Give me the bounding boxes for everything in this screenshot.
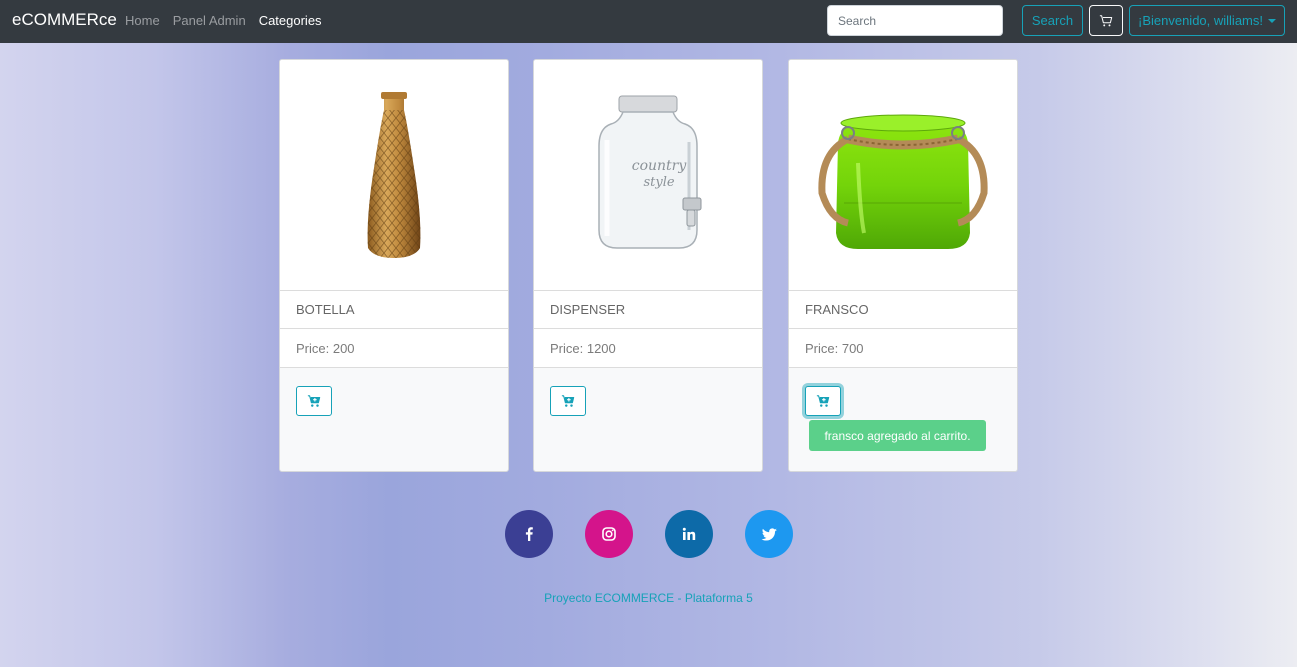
add-to-cart-button[interactable] bbox=[805, 386, 841, 416]
product-image: country style bbox=[534, 60, 762, 290]
twitter-icon bbox=[761, 527, 777, 541]
svg-text:style: style bbox=[643, 175, 674, 190]
caret-down-icon bbox=[1268, 18, 1276, 23]
green-jar-image bbox=[818, 114, 988, 249]
add-to-cart-button[interactable] bbox=[550, 386, 586, 416]
nav-categories[interactable]: Categories bbox=[259, 13, 322, 28]
add-cart-icon bbox=[816, 395, 830, 407]
user-menu-label: ¡Bienvenido, williams! bbox=[1138, 13, 1263, 28]
add-cart-icon bbox=[307, 395, 321, 407]
linkedin-link[interactable] bbox=[665, 510, 713, 558]
product-card: country style DISPENSER Price: 1200 bbox=[533, 59, 763, 472]
facebook-link[interactable] bbox=[505, 510, 553, 558]
product-price: Price: 700 bbox=[789, 329, 1017, 368]
product-price: Price: 200 bbox=[280, 329, 508, 368]
instagram-icon bbox=[602, 527, 616, 541]
vase-bottle-image bbox=[367, 91, 421, 258]
added-to-cart-toast: fransco agregado al carrito. bbox=[809, 420, 986, 451]
linkedin-icon bbox=[682, 527, 696, 540]
product-name: FRANSCO bbox=[789, 290, 1017, 329]
cart-button[interactable] bbox=[1089, 5, 1123, 36]
search-input[interactable] bbox=[827, 5, 1003, 36]
product-image bbox=[280, 60, 508, 290]
user-menu-dropdown[interactable]: ¡Bienvenido, williams! bbox=[1129, 5, 1285, 36]
brand-logo[interactable]: eCOMMERce bbox=[12, 10, 117, 30]
add-to-cart-button[interactable] bbox=[296, 386, 332, 416]
search-button[interactable]: Search bbox=[1022, 5, 1083, 36]
product-card: FRANSCO Price: 700 fransco agregado al c… bbox=[788, 59, 1018, 472]
product-card: BOTELLA Price: 200 bbox=[279, 59, 509, 472]
add-cart-icon bbox=[561, 395, 575, 407]
product-price: Price: 1200 bbox=[534, 329, 762, 368]
facebook-icon bbox=[525, 527, 533, 541]
twitter-link[interactable] bbox=[745, 510, 793, 558]
navbar: eCOMMERce Home Panel Admin Categories Se… bbox=[0, 0, 1297, 43]
cart-icon bbox=[1099, 14, 1113, 26]
svg-text:country: country bbox=[632, 158, 688, 174]
product-image bbox=[789, 60, 1017, 290]
nav-panel-admin[interactable]: Panel Admin bbox=[173, 13, 246, 28]
product-name: DISPENSER bbox=[534, 290, 762, 329]
footer-text: Proyecto ECOMMERCE - Plataforma 5 bbox=[544, 591, 753, 605]
nav-links: Home Panel Admin Categories bbox=[125, 13, 322, 28]
nav-home[interactable]: Home bbox=[125, 13, 160, 28]
instagram-link[interactable] bbox=[585, 510, 633, 558]
glass-dispenser-image: country style bbox=[598, 95, 702, 249]
product-name: BOTELLA bbox=[280, 290, 508, 329]
